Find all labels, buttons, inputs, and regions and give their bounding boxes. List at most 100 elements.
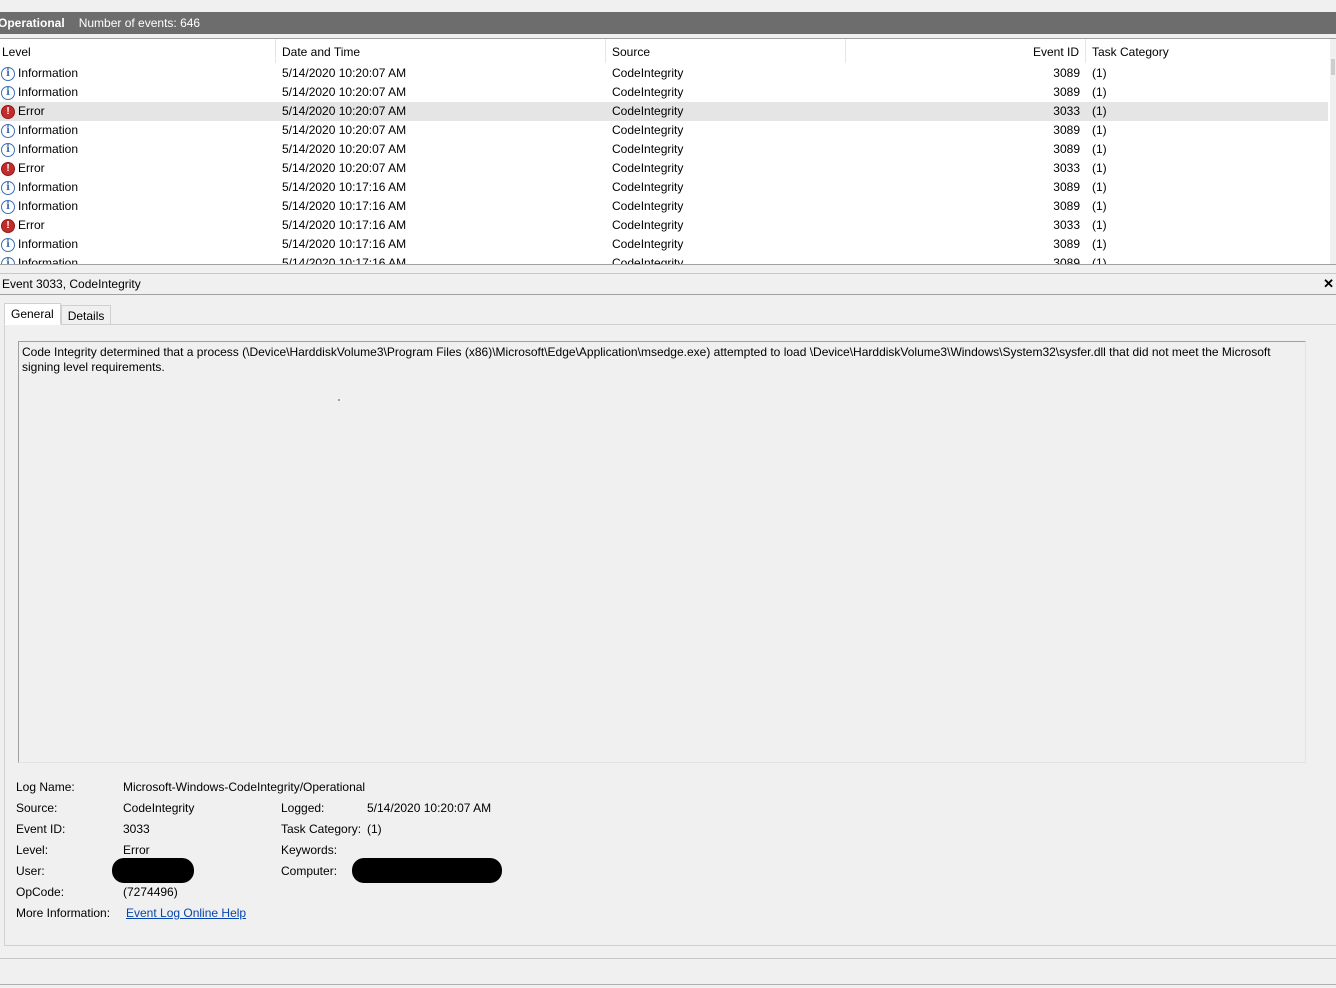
cell-level: i Information xyxy=(0,64,276,83)
cell-level: ! Error xyxy=(0,216,276,235)
event-rows: i Information 5/14/2020 10:20:07 AM CodeInt… xyxy=(0,64,1328,265)
cell-task-category: (1) xyxy=(1092,218,1107,232)
detail-title: Event 3033, CodeIntegrity xyxy=(0,274,1336,295)
cell-source: CodeIntegrity xyxy=(612,199,684,213)
table-row[interactable]: ! Error 5/14/2020 10:20:07 AM CodeIntegrity… xyxy=(0,159,1328,178)
cell-source: CodeIntegrity xyxy=(612,161,684,175)
cell-event-id: 3033 xyxy=(1053,218,1080,232)
column-header-source[interactable]: Source xyxy=(606,39,846,63)
cell-date: 5/14/2020 10:17:16 AM xyxy=(282,180,407,194)
cell-level: i Information xyxy=(0,235,276,254)
cell-task-category: (1) xyxy=(1092,237,1107,251)
level-text: Error xyxy=(18,104,45,118)
column-header-date[interactable]: Date and Time xyxy=(276,39,606,63)
cell-source: CodeIntegrity xyxy=(612,180,684,194)
label-more-information: More Information: xyxy=(16,906,111,920)
table-row[interactable]: i Information 5/14/2020 10:20:07 AM CodeInt… xyxy=(0,121,1328,140)
cell-level: i Information xyxy=(0,83,276,102)
table-row[interactable]: i Information 5/14/2020 10:17:16 AM CodeInt… xyxy=(0,178,1328,197)
list-scrollbar[interactable] xyxy=(1330,39,1336,265)
value-event-id[interactable]: 3033 xyxy=(123,822,150,836)
cell-source: CodeIntegrity xyxy=(612,142,684,156)
cell-source: CodeIntegrity xyxy=(612,123,684,137)
label-opcode: OpCode: xyxy=(16,885,65,899)
table-row[interactable]: ! Error 5/14/2020 10:20:07 AM CodeIntegrity… xyxy=(0,102,1328,121)
cell-event-id: 3033 xyxy=(1053,104,1080,118)
event-description[interactable]: Code Integrity determined that a process… xyxy=(18,341,1306,763)
value-logged[interactable]: 5/14/2020 10:20:07 AM xyxy=(367,801,491,815)
table-row[interactable]: ! Error 5/14/2020 10:17:16 AM CodeIntegrity… xyxy=(0,216,1328,235)
cell-source: CodeIntegrity xyxy=(612,66,684,80)
label-level: Level: xyxy=(16,843,49,857)
status-divider xyxy=(0,984,1336,985)
information-icon: i xyxy=(1,123,15,138)
cell-date: 5/14/2020 10:20:07 AM xyxy=(282,85,407,99)
column-header-level[interactable]: Level xyxy=(0,39,276,63)
cell-event-id: 3089 xyxy=(1053,199,1080,213)
pane-splitter[interactable] xyxy=(0,264,1336,274)
level-text: Information xyxy=(18,123,79,137)
label-source: Source: xyxy=(16,801,58,815)
table-row[interactable]: i Information 5/14/2020 10:20:07 AM CodeInt… xyxy=(0,140,1328,159)
cell-source: CodeIntegrity xyxy=(612,104,684,118)
cell-level: i Information xyxy=(0,178,276,197)
error-icon: ! xyxy=(1,218,15,233)
cell-event-id: 3089 xyxy=(1053,123,1080,137)
cell-task-category: (1) xyxy=(1092,66,1107,80)
scrollbar-thumb[interactable] xyxy=(1331,59,1335,75)
event-log-online-help-link[interactable]: Event Log Online Help xyxy=(126,906,246,920)
value-opcode[interactable]: (7274496) xyxy=(123,885,178,899)
close-icon[interactable]: ✕ xyxy=(1323,274,1334,294)
information-icon: i xyxy=(1,237,15,252)
value-source[interactable]: CodeIntegrity xyxy=(123,801,194,815)
cell-level: i Information xyxy=(0,140,276,159)
tab-details[interactable]: Details xyxy=(60,305,112,325)
value-task-category[interactable]: (1) xyxy=(367,822,382,836)
cell-event-id: 3089 xyxy=(1053,66,1080,80)
level-text: Error xyxy=(18,161,45,175)
table-row[interactable]: i Information 5/14/2020 10:20:07 AM CodeInt… xyxy=(0,83,1328,102)
information-icon: i xyxy=(1,142,15,157)
cell-task-category: (1) xyxy=(1092,104,1107,118)
cursor-speck xyxy=(338,399,340,401)
value-log-name[interactable]: Microsoft-Windows-CodeIntegrity/Operatio… xyxy=(123,780,365,794)
redacted-user xyxy=(112,858,194,883)
cell-date: 5/14/2020 10:17:16 AM xyxy=(282,218,407,232)
cell-task-category: (1) xyxy=(1092,142,1107,156)
cell-date: 5/14/2020 10:20:07 AM xyxy=(282,104,407,118)
cell-task-category: (1) xyxy=(1092,85,1107,99)
level-text: Information xyxy=(18,85,79,99)
information-icon: i xyxy=(1,85,15,100)
cell-date: 5/14/2020 10:20:07 AM xyxy=(282,66,407,80)
cell-source: CodeIntegrity xyxy=(612,237,684,251)
table-row[interactable]: i Information 5/14/2020 10:20:07 AM CodeInt… xyxy=(0,64,1328,83)
label-event-id: Event ID: xyxy=(16,822,66,836)
level-text: Information xyxy=(18,66,79,80)
cell-task-category: (1) xyxy=(1092,123,1107,137)
level-text: Information xyxy=(18,237,79,251)
cell-date: 5/14/2020 10:17:16 AM xyxy=(282,199,407,213)
value-level[interactable]: Error xyxy=(123,843,150,857)
label-user: User: xyxy=(16,864,45,878)
tab-general[interactable]: General xyxy=(4,303,61,325)
label-keywords: Keywords: xyxy=(281,843,338,857)
error-icon: ! xyxy=(1,161,15,176)
column-header-event-id[interactable]: Event ID xyxy=(846,39,1086,63)
cell-source: CodeIntegrity xyxy=(612,218,684,232)
cell-date: 5/14/2020 10:20:07 AM xyxy=(282,142,407,156)
level-text: Information xyxy=(18,142,79,156)
table-row[interactable]: i Information 5/14/2020 10:17:16 AM CodeInt… xyxy=(0,197,1328,216)
cell-date: 5/14/2020 10:17:16 AM xyxy=(282,237,407,251)
label-logged: Logged: xyxy=(281,801,325,815)
detail-tabs: General Details xyxy=(4,303,112,325)
event-count: Number of events: 646 xyxy=(78,16,201,30)
redacted-computer xyxy=(352,858,502,883)
label-computer: Computer: xyxy=(281,864,338,878)
cell-event-id: 3033 xyxy=(1053,161,1080,175)
event-list[interactable]: Level Date and Time Source Event ID Task… xyxy=(0,38,1336,265)
table-row[interactable]: i Information 5/14/2020 10:17:16 AM CodeInt… xyxy=(0,235,1328,254)
information-icon: i xyxy=(1,66,15,81)
cell-level: ! Error xyxy=(0,159,276,178)
column-header-task-category[interactable]: Task Category xyxy=(1086,39,1330,63)
level-text: Error xyxy=(18,218,45,232)
